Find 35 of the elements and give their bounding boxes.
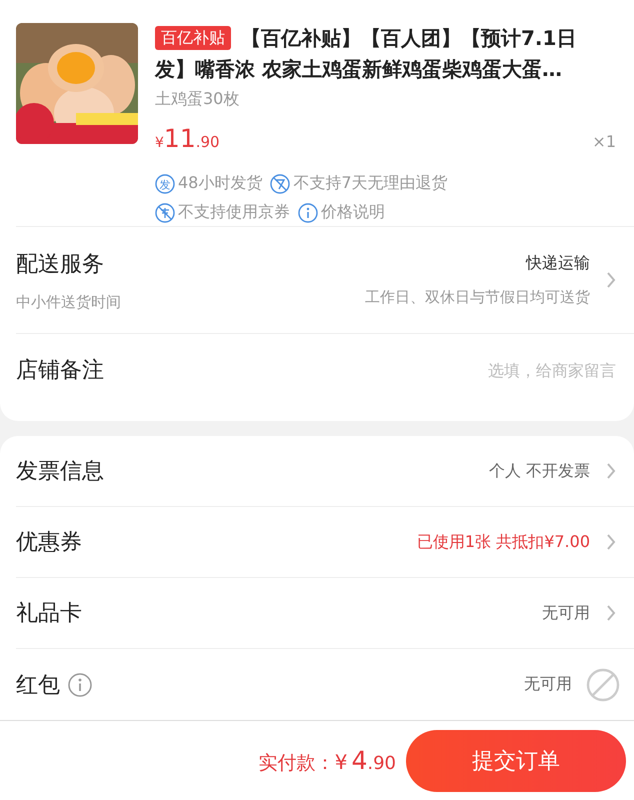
row-label: 店铺备注 [16, 357, 104, 385]
service-text: 不支持7天无理由退货 [293, 173, 448, 194]
quantity: ×1 [592, 132, 616, 151]
ship-icon: 发 [155, 174, 175, 194]
submit-order-button[interactable]: 提交订单 [406, 730, 626, 792]
product-price: ¥11.90 [155, 124, 220, 153]
no-return-icon [270, 174, 290, 194]
subsidy-badge: 百亿补贴 [155, 26, 231, 50]
row-value: 已使用1张 共抵扣¥7.00 [416, 532, 590, 552]
total-amount: 实付款：¥ 4.90 [258, 746, 396, 776]
no-coupon-icon [155, 202, 175, 222]
row-label: 配送服务 [16, 250, 105, 278]
product-spec: 土鸡蛋30枚 [155, 89, 240, 110]
list-row[interactable]: 发票信息 个人 不开发票 [16, 436, 634, 507]
row-subvalue: 工作日、双休日与节假日均可送货 [365, 288, 590, 307]
service-text: 价格说明 [321, 202, 385, 223]
list-row[interactable]: 红包 无可用 [16, 649, 634, 720]
row-label: 红包 [16, 672, 60, 700]
note-field[interactable]: 选填，给商家留言 [358, 360, 618, 380]
info-icon [298, 202, 318, 222]
row-label: 发票信息 [16, 458, 104, 486]
service-text: 不支持使用京券 [178, 202, 290, 223]
row-label: 优惠券 [16, 529, 82, 557]
service-text: 48小时发货 [178, 173, 262, 194]
row-value: 个人 不开发票 [488, 460, 590, 482]
product-title: 百亿补贴 【百亿补贴】【百人团】【预计7.1日发】嘴香浓 农家土鸡蛋新鲜鸡蛋柴鸡蛋大蛋… [155, 25, 578, 83]
row-value: 无可用 [524, 674, 572, 695]
row-sublabel: 中小件送货时间 [16, 292, 122, 312]
list-row[interactable]: 礼品卡 无可用 [16, 578, 634, 649]
info-icon [68, 672, 92, 696]
row-value: 无可用 [542, 602, 590, 624]
list-row[interactable]: 优惠券 已使用1张 共抵扣¥7.00 [16, 507, 634, 578]
row-value: 快递运输 [526, 253, 590, 274]
unavailable-icon [586, 668, 620, 702]
row-label: 礼品卡 [16, 600, 82, 628]
